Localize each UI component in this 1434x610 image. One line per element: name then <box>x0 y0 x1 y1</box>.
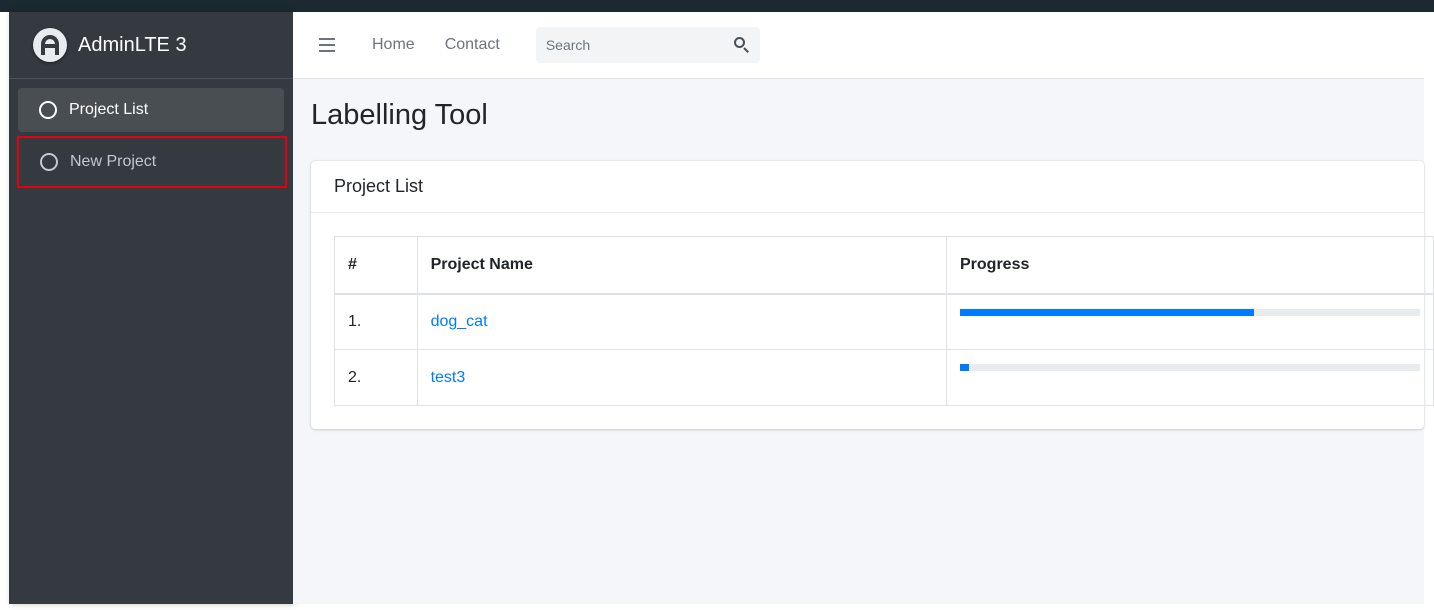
sidebar-nav: Project List New Project <box>9 79 293 188</box>
table-row: 1. dog_cat <box>334 293 1434 350</box>
progress-cell <box>946 349 1434 406</box>
search-input[interactable] <box>545 37 716 53</box>
sidebar-item-new-project[interactable]: New Project <box>17 136 287 188</box>
card-title: Project List <box>311 161 1424 213</box>
sidebar-item-project-list[interactable]: Project List <box>18 88 284 132</box>
circle-icon <box>40 153 58 171</box>
content-wrapper: Labelling Tool Project List # Project Na… <box>293 79 1434 604</box>
project-name-cell: dog_cat <box>416 293 948 350</box>
nav-link-home[interactable]: Home <box>372 36 415 54</box>
row-number: 1. <box>334 293 418 350</box>
progress-bar <box>960 364 1420 371</box>
search-box <box>535 27 760 63</box>
table-wrapper: # Project Name Progress 1. dog_cat 2. te… <box>334 236 1434 406</box>
project-name-cell: test3 <box>416 349 948 406</box>
sidebar: AdminLTE 3 Project List New Project <box>9 12 293 604</box>
brand-link[interactable]: AdminLTE 3 <box>9 12 293 79</box>
top-navbar: Home Contact <box>293 12 1424 79</box>
column-header-project-name: Project Name <box>416 236 948 295</box>
project-link[interactable]: dog_cat <box>431 313 488 330</box>
project-link[interactable]: test3 <box>431 369 466 386</box>
column-header-progress: Progress <box>946 236 1434 295</box>
sidebar-item-label: Project List <box>69 101 149 118</box>
nav-link-contact[interactable]: Contact <box>445 36 500 54</box>
table-header-row: # Project Name Progress <box>334 236 1434 295</box>
brand-text: AdminLTE 3 <box>78 33 187 56</box>
search-icon[interactable] <box>733 37 750 53</box>
window-left-edge <box>0 12 9 610</box>
window-top-strip <box>0 0 1434 12</box>
sidebar-item-label: New Project <box>70 153 157 170</box>
progress-fill <box>960 364 970 371</box>
project-table: # Project Name Progress 1. dog_cat 2. te… <box>334 236 1434 406</box>
progress-bar <box>960 308 1420 316</box>
adminlte-logo-icon <box>33 28 67 62</box>
circle-icon <box>39 101 57 119</box>
hamburger-icon[interactable] <box>319 38 335 52</box>
project-list-card: Project List # Project Name Progress 1. … <box>311 161 1434 429</box>
progress-fill <box>960 308 1255 316</box>
page-title: Labelling Tool <box>311 99 488 131</box>
table-row: 2. test3 <box>334 349 1434 406</box>
row-number: 2. <box>334 349 418 406</box>
column-header-number: # <box>334 236 418 295</box>
progress-cell <box>946 293 1434 350</box>
